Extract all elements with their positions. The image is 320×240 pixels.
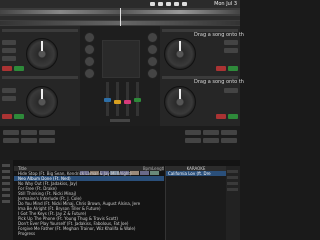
deck-4-play-button[interactable] — [228, 114, 238, 119]
crossfader[interactable] — [110, 119, 130, 122]
deck-1-play-button[interactable] — [14, 66, 24, 71]
folder-item[interactable] — [2, 194, 10, 197]
deck-1-info-bar — [2, 29, 78, 32]
track-list: Hide Stop (Ft. Big Sean, Kendrick Lamar … — [14, 171, 164, 240]
deck-4-stop-button[interactable] — [216, 114, 226, 119]
mixer-panel — [80, 26, 160, 126]
dropbox-icon[interactable] — [150, 2, 155, 6]
deck-4-drag-prompt: Drag a song onto th — [194, 79, 244, 85]
deck-2-drag-prompt: Drag a song onto th — [194, 32, 244, 38]
deck-left — [0, 26, 80, 126]
folder-tree[interactable] — [0, 160, 13, 240]
eq-high-knob-2[interactable] — [147, 44, 158, 55]
deck-3-stop-button[interactable] — [2, 114, 12, 119]
deck-1-loop-button[interactable] — [2, 48, 16, 53]
pad-4[interactable] — [3, 138, 19, 143]
pad-11[interactable] — [203, 138, 219, 143]
karaoke-item[interactable]: California Lov (ft. Dre — [166, 171, 226, 176]
pad-10[interactable] — [185, 138, 201, 143]
pad-5[interactable] — [21, 138, 37, 143]
flag-icon[interactable] — [182, 2, 187, 6]
gain-knob-1[interactable] — [84, 32, 95, 43]
pad-2[interactable] — [21, 130, 37, 135]
deck-3-info-bar — [2, 76, 78, 79]
fader-cap-1[interactable] — [104, 98, 111, 102]
waveform-overview[interactable] — [0, 8, 240, 26]
folder-item[interactable] — [2, 200, 10, 203]
deck-1-stop-button[interactable] — [2, 66, 12, 71]
pad-9[interactable] — [221, 130, 237, 135]
deck-2-stop-button[interactable] — [216, 66, 226, 71]
side-item[interactable] — [227, 176, 238, 179]
side-item[interactable] — [227, 170, 238, 173]
mixer-center-panel — [102, 40, 140, 78]
pad-1[interactable] — [3, 130, 19, 135]
sampler-strip — [0, 126, 240, 160]
track-bpm — [140, 231, 152, 236]
pad-12[interactable] — [221, 138, 237, 143]
eq-low-knob-2[interactable] — [147, 68, 158, 79]
wifi-icon[interactable] — [158, 2, 163, 6]
deck-4-platter[interactable] — [164, 86, 196, 118]
folder-item[interactable] — [2, 188, 10, 191]
playhead-marker — [120, 8, 121, 26]
fader-cap-4[interactable] — [134, 98, 141, 102]
deck-2-play-button[interactable] — [228, 66, 238, 71]
folder-item[interactable] — [2, 170, 10, 173]
deck-2-loop-button[interactable] — [224, 48, 238, 53]
deck-2-platter[interactable] — [164, 38, 196, 70]
folder-item[interactable] — [2, 164, 10, 167]
gain-knob-2[interactable] — [147, 32, 158, 43]
fader-cap-2[interactable] — [114, 100, 121, 104]
deck-3-platter[interactable] — [26, 86, 58, 118]
track-row[interactable]: Progress — [14, 231, 164, 236]
eq-low-knob-1[interactable] — [84, 68, 95, 79]
pad-3[interactable] — [39, 130, 55, 135]
deck-2-sync-button[interactable] — [224, 40, 238, 45]
channel-fader-3[interactable] — [126, 82, 129, 116]
menu-bar: Mon Jul 3 — [0, 0, 240, 8]
channel-fader-2[interactable] — [116, 82, 119, 116]
deck-3-sync-button[interactable] — [2, 88, 16, 93]
track-length — [152, 231, 164, 236]
menu-clock[interactable]: Mon Jul 3 — [214, 0, 237, 8]
karaoke-panel: KARAOKE California Lov (ft. Dre — [165, 166, 226, 240]
volume-icon[interactable] — [166, 2, 171, 6]
pad-6[interactable] — [39, 138, 55, 143]
folder-item[interactable] — [2, 182, 10, 185]
side-item[interactable] — [227, 182, 238, 185]
deck-1-platter[interactable] — [26, 38, 58, 70]
folder-item[interactable] — [2, 176, 10, 179]
fader-cap-3[interactable] — [124, 100, 131, 104]
track-title: Progress — [18, 231, 36, 236]
side-panel — [226, 166, 240, 240]
deck-1-sync-button[interactable] — [2, 40, 16, 45]
side-item[interactable] — [227, 188, 238, 191]
pad-7[interactable] — [185, 130, 201, 135]
battery-icon[interactable] — [174, 2, 179, 6]
pad-8[interactable] — [203, 130, 219, 135]
eq-mid-knob-1[interactable] — [84, 56, 95, 67]
deck-right: Drag a song onto th Drag a song onto th — [160, 26, 244, 126]
file-browser: Title Bpm Length Hide Stop (Ft. Big Sean… — [0, 160, 240, 240]
deck-3-play-button[interactable] — [14, 114, 24, 119]
deck-3-loop-button[interactable] — [2, 96, 16, 101]
eq-high-knob-1[interactable] — [84, 44, 95, 55]
deck-1-cue-button[interactable] — [2, 56, 16, 61]
eq-mid-knob-2[interactable] — [147, 56, 158, 67]
deck-4-sync-button[interactable] — [224, 88, 238, 93]
